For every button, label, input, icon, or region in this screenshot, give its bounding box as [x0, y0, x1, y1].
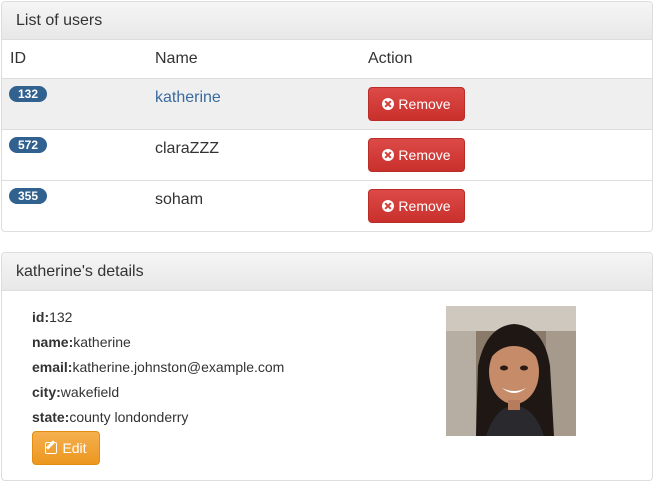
remove-button[interactable]: Remove [368, 189, 465, 223]
table-row[interactable]: 132 katherine Remove [2, 79, 652, 130]
user-name[interactable]: soham [155, 191, 203, 209]
detail-value: 132 [49, 309, 73, 325]
user-id-badge: 132 [9, 86, 48, 102]
times-circle-icon [382, 149, 395, 161]
remove-button-label: Remove [398, 147, 451, 163]
users-panel: List of users ID Name Action 132 katheri… [1, 1, 653, 232]
detail-value: katherine [73, 334, 131, 350]
user-details-panel: katherine's details id:132 name:katherin… [1, 252, 653, 481]
detail-name: name:katherine [32, 334, 131, 350]
users-table-header: ID Name Action [2, 40, 652, 79]
edit-button[interactable]: Edit [32, 431, 100, 465]
user-name-link[interactable]: katherine [155, 89, 221, 107]
detail-id: id:132 [32, 309, 72, 325]
edit-icon [45, 442, 58, 454]
user-avatar [446, 306, 576, 436]
detail-email: email:katherine.johnston@example.com [32, 359, 284, 375]
detail-label: city: [32, 384, 61, 400]
column-header-name: Name [155, 50, 198, 67]
remove-button[interactable]: Remove [368, 87, 465, 121]
detail-label: id: [32, 309, 50, 325]
times-circle-icon [382, 98, 395, 110]
avatar-portrait [446, 306, 576, 436]
table-row[interactable]: 572 claraZZZ Remove [2, 130, 652, 181]
detail-value: wakefield [60, 384, 120, 400]
remove-button[interactable]: Remove [368, 138, 465, 172]
table-row[interactable]: 355 soham Remove [2, 181, 652, 231]
detail-city: city:wakefield [32, 384, 119, 400]
user-id-badge: 572 [9, 137, 48, 153]
column-header-action: Action [368, 50, 413, 67]
detail-label: state: [32, 409, 70, 425]
remove-button-label: Remove [398, 96, 451, 112]
detail-label: email: [32, 359, 73, 375]
column-header-id: ID [10, 50, 26, 67]
detail-value: katherine.johnston@example.com [72, 359, 285, 375]
users-panel-title: List of users [2, 2, 652, 40]
times-circle-icon [382, 200, 395, 212]
detail-label: name: [32, 334, 74, 350]
edit-button-label: Edit [62, 440, 87, 456]
user-name[interactable]: claraZZZ [155, 140, 219, 158]
detail-value: county londonderry [69, 409, 189, 425]
user-id-badge: 355 [9, 188, 48, 204]
detail-state: state:county londonderry [32, 409, 188, 425]
details-panel-title: katherine's details [2, 253, 652, 291]
remove-button-label: Remove [398, 198, 451, 214]
